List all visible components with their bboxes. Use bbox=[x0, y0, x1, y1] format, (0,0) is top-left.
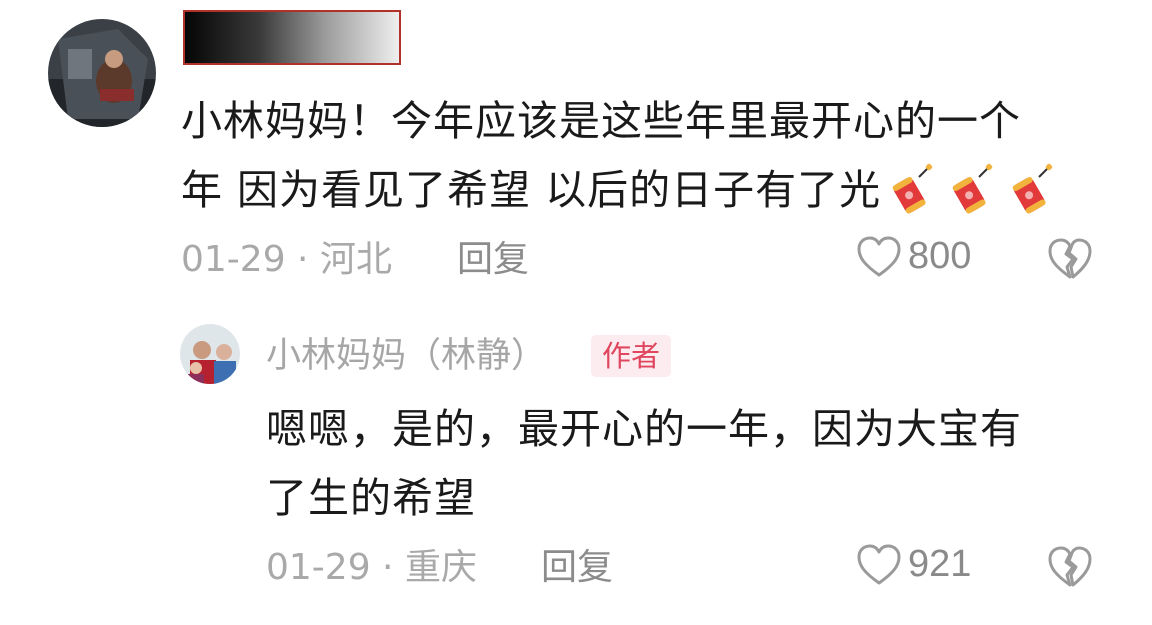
dislike-button[interactable] bbox=[1046, 546, 1094, 592]
broken-heart-icon bbox=[1048, 238, 1092, 279]
comment-date-location: 01-29 · 河北 bbox=[181, 239, 392, 280]
author-badge: 作者 bbox=[591, 335, 672, 377]
like-count: 921 bbox=[908, 543, 972, 585]
reply-date-location: 01-29 · 重庆 bbox=[266, 547, 477, 588]
dislike-button[interactable] bbox=[1046, 238, 1094, 284]
reply-text-line-1: 嗯嗯，是的，最开心的一年，因为大宝有 bbox=[266, 405, 1022, 453]
firecracker-icon bbox=[1012, 163, 1054, 214]
heart-outline-icon bbox=[857, 236, 901, 276]
like-button[interactable]: 921 bbox=[856, 543, 971, 586]
commenter-avatar[interactable] bbox=[48, 19, 156, 127]
like-button[interactable]: 800 bbox=[856, 235, 971, 278]
comment-text-line-1: 小林妈妈！今年应该是这些年里最开心的一个 bbox=[181, 97, 1021, 145]
reply-button[interactable]: 回复 bbox=[457, 235, 529, 285]
redacted-username bbox=[183, 10, 401, 65]
reply-button[interactable]: 回复 bbox=[541, 543, 613, 593]
heart-outline-icon bbox=[857, 544, 901, 584]
broken-heart-icon bbox=[1048, 546, 1092, 587]
comment-text-line-2: 年 因为看见了希望 以后的日子有了光 bbox=[181, 153, 1055, 227]
firecracker-emoji-group bbox=[883, 163, 1055, 215]
author-avatar[interactable] bbox=[180, 324, 240, 384]
reply-text-line-2: 了生的希望 bbox=[266, 474, 476, 522]
firecracker-icon bbox=[952, 163, 994, 214]
comment-text-line-2-content: 年 因为看见了希望 以后的日子有了光 bbox=[181, 166, 882, 214]
author-name[interactable]: 小林妈妈（林静） bbox=[266, 331, 546, 381]
like-count: 800 bbox=[908, 235, 972, 277]
firecracker-icon bbox=[892, 163, 934, 214]
